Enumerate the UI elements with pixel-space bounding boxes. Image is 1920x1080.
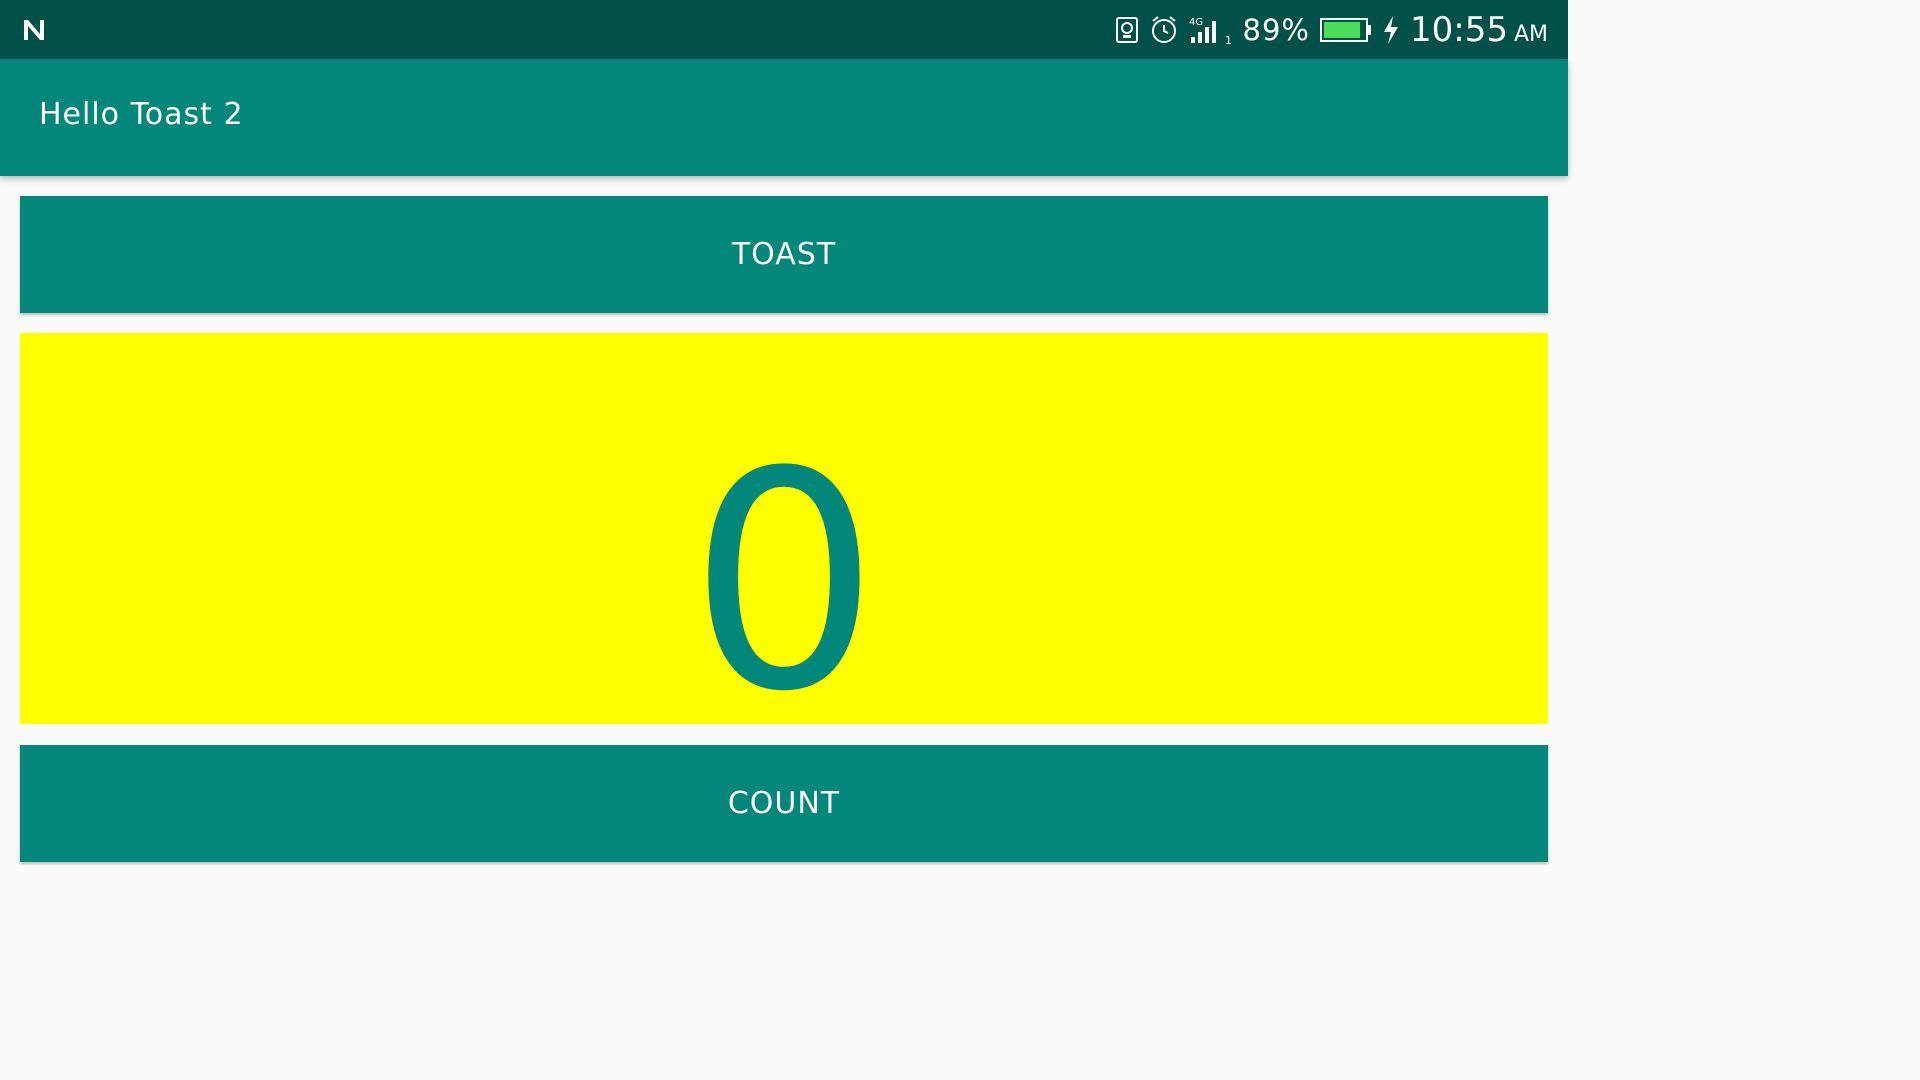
screen-cast-icon	[1115, 16, 1139, 44]
status-icons: 4G 1 89% 10:55 AM	[1115, 0, 1548, 59]
network-label: 4G	[1189, 17, 1203, 28]
clock: 10:55 AM	[1410, 10, 1548, 50]
clock-time: 10:55	[1409, 9, 1508, 50]
battery-percent: 89%	[1242, 12, 1310, 47]
count-button[interactable]: COUNT	[20, 745, 1548, 862]
app-bar: Hello Toast 2	[0, 59, 1568, 176]
app-title: Hello Toast 2	[39, 97, 244, 132]
count-value: 0	[688, 408, 880, 757]
sim-slot-label: 1	[1225, 34, 1232, 45]
n-logo-icon	[22, 18, 46, 42]
bolt-icon	[1382, 15, 1400, 45]
toast-button[interactable]: TOAST	[20, 196, 1548, 313]
clock-ampm: AM	[1513, 21, 1548, 47]
status-bar: 4G 1 89% 10:55 AM	[0, 0, 1568, 59]
alarm-icon	[1149, 15, 1179, 45]
count-panel: 0	[20, 333, 1548, 757]
signal-4g-icon: 4G 1	[1189, 15, 1233, 45]
battery-icon	[1319, 17, 1372, 43]
